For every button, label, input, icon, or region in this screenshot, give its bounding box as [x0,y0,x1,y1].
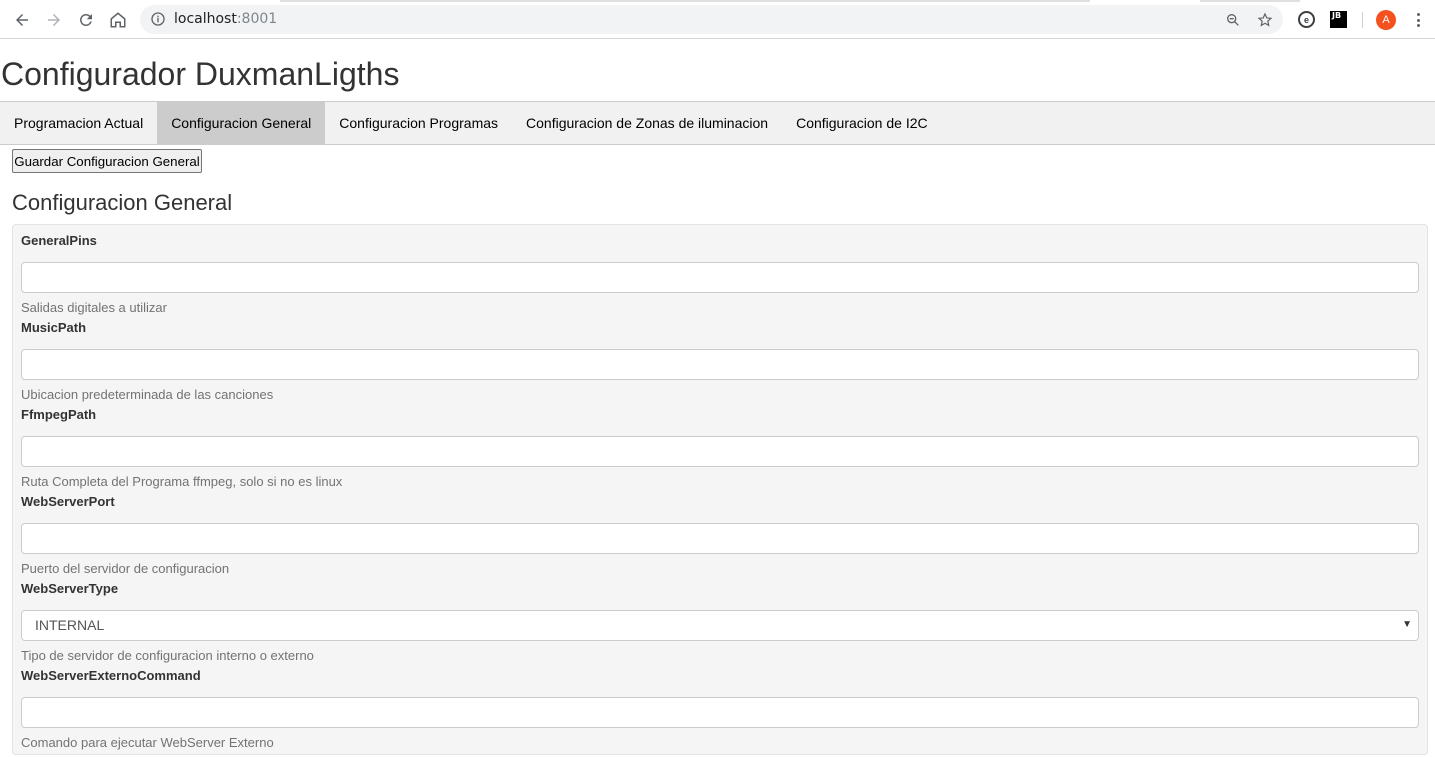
back-arrow-icon[interactable] [9,7,35,33]
web-server-type-select[interactable]: INTERNAL ▼ [21,610,1419,641]
field-music-path: MusicPath Ubicacion predeterminada de la… [21,320,1419,403]
info-icon[interactable] [150,11,166,27]
web-server-externo-command-input[interactable] [21,697,1419,728]
tab-strip-edge [1200,0,1300,2]
field-label: WebServerExternoCommand [21,668,201,683]
web-server-port-input[interactable] [21,523,1419,554]
field-label: FfmpegPath [21,407,97,422]
field-help-text: Tipo de servidor de configuracion intern… [21,648,314,663]
field-help-text: Salidas digitales a utilizar [21,300,167,315]
reload-icon[interactable] [73,7,99,33]
field-label: GeneralPins [21,233,97,248]
address-bar[interactable]: localhost:8001 [140,5,1283,34]
field-help-text: Comando para ejecutar WebServer Externo [21,735,274,750]
general-pins-input[interactable] [21,262,1419,293]
bookmark-star-icon[interactable] [1257,12,1273,28]
field-label: MusicPath [21,320,87,335]
ffmpeg-path-input[interactable] [21,436,1419,467]
tab-strip-edge [280,0,1090,2]
music-path-input[interactable] [21,349,1419,380]
field-ffmpeg-path: FfmpegPath Ruta Completa del Programa ff… [21,407,1419,490]
tab-configuracion-programas[interactable]: Configuracion Programas [325,102,512,144]
zoom-icon[interactable] [1225,12,1241,28]
profile-avatar[interactable]: A [1376,10,1396,30]
field-general-pins: GeneralPins Salidas digitales a utilizar [21,233,1419,316]
tab-programacion-actual[interactable]: Programacion Actual [0,102,157,144]
home-icon[interactable] [105,7,131,33]
field-label: WebServerType [21,581,119,596]
field-web-server-type: WebServerType INTERNAL ▼ Tipo de servido… [21,581,1419,664]
field-web-server-externo-command: WebServerExternoCommand Comando para eje… [21,668,1419,751]
tab-bar: Programacion Actual Configuracion Genera… [0,101,1435,145]
extension-e-icon[interactable]: e [1298,11,1315,28]
forward-arrow-icon[interactable] [41,7,67,33]
field-help-text: Ubicacion predeterminada de las cancione… [21,387,274,402]
extension-jetbrains-icon[interactable]: JB [1330,11,1347,28]
tab-configuracion-general[interactable]: Configuracion General [157,102,326,144]
field-label: WebServerPort [21,494,115,509]
toolbar-divider [1362,12,1363,28]
tab-configuracion-zonas[interactable]: Configuracion de Zonas de iluminacion [512,102,782,144]
dropdown-arrow-icon: ▼ [1402,619,1412,630]
url-host: localhost [174,11,237,27]
section-title: Configuracion General [12,190,233,215]
field-help-text: Ruta Completa del Programa ffmpeg, solo … [21,474,343,489]
page-title: Configurador DuxmanLigths [1,56,400,92]
field-help-text: Puerto del servidor de configuracion [21,561,230,576]
url-port: :8001 [236,11,278,27]
url-text: localhost:8001 [174,11,277,27]
tab-configuracion-i2c[interactable]: Configuracion de I2C [782,102,942,144]
save-config-button[interactable]: Guardar Configuracion General [12,149,202,173]
field-web-server-port: WebServerPort Puerto del servidor de con… [21,494,1419,577]
select-value: INTERNAL [35,617,105,633]
more-menu-icon[interactable] [1410,11,1426,29]
config-form-panel: GeneralPins Salidas digitales a utilizar… [12,224,1428,755]
browser-toolbar: localhost:8001 e JB A [0,0,1435,39]
